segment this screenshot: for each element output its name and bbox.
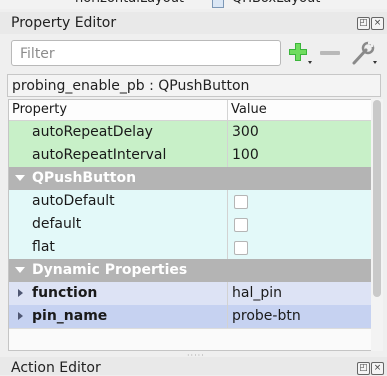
table-row[interactable]: pin_name probe-btn — [9, 305, 373, 329]
property-table[interactable]: Property Value autoRepeatDelay 300 autoR… — [8, 99, 383, 351]
property-name: autoRepeatDelay — [32, 124, 153, 140]
collapse-arrow-icon[interactable] — [15, 267, 25, 273]
table-row[interactable]: function hal_pin — [9, 282, 373, 306]
remove-property-button[interactable] — [318, 40, 342, 68]
flat-checkbox[interactable] — [234, 241, 248, 255]
table-row[interactable]: autoRepeatDelay 300 — [9, 121, 373, 145]
column-separator — [227, 121, 228, 144]
expand-arrow-icon[interactable] — [18, 312, 23, 320]
vertical-scrollbar[interactable] — [371, 99, 383, 351]
qhboxlayout-item[interactable]: QHBoxLayout — [232, 0, 320, 9]
default-checkbox[interactable] — [234, 218, 248, 232]
property-column-header[interactable]: Property — [12, 102, 67, 117]
column-separator — [227, 305, 228, 328]
table-row[interactable]: autoDefault — [9, 190, 373, 214]
group-row-qpushbutton[interactable]: QPushButton — [9, 167, 373, 191]
table-row[interactable]: flat — [9, 236, 373, 260]
plus-icon — [289, 43, 312, 64]
property-value[interactable]: 300 — [232, 124, 259, 140]
table-header: Property Value — [9, 100, 373, 121]
close-icon[interactable]: × — [371, 17, 384, 30]
filter-box — [11, 40, 281, 66]
group-name: Dynamic Properties — [32, 262, 188, 278]
object-class-label: probing_enable_pb : QPushButton — [7, 74, 381, 97]
property-name: function — [32, 285, 98, 301]
column-separator — [227, 144, 228, 167]
filter-input[interactable] — [18, 42, 272, 66]
configure-button[interactable] — [349, 40, 379, 68]
column-separator — [227, 100, 228, 120]
add-property-button[interactable] — [286, 40, 314, 68]
property-name: autoDefault — [32, 193, 115, 209]
column-separator — [227, 213, 228, 236]
group-row-dynamic-properties[interactable]: Dynamic Properties — [9, 259, 373, 283]
autodefault-checkbox[interactable] — [234, 195, 248, 209]
close-icon[interactable]: × — [371, 362, 384, 375]
wrench-icon — [352, 41, 377, 65]
column-separator — [227, 190, 228, 213]
table-row[interactable]: default — [9, 213, 373, 237]
property-editor-titlebar: Property Editor ◰ × — [0, 12, 387, 34]
property-editor-title: Property Editor — [11, 15, 117, 31]
action-editor-titlebar: Action Editor ◰ × — [0, 357, 387, 376]
expand-arrow-icon[interactable] — [18, 289, 23, 297]
property-value[interactable]: 100 — [232, 147, 259, 163]
layout-icon — [212, 0, 224, 8]
minus-icon — [320, 51, 340, 55]
object-class-text: probing_enable_pb : QPushButton — [12, 78, 250, 94]
property-value[interactable]: probe-btn — [232, 308, 301, 324]
column-separator — [227, 282, 228, 305]
table-row[interactable]: autoRepeatInterval 100 — [9, 144, 373, 168]
action-editor-title: Action Editor — [11, 360, 101, 376]
property-name: default — [32, 216, 82, 232]
column-separator — [227, 236, 228, 259]
property-name: pin_name — [32, 308, 108, 324]
horizontal-layout-item[interactable]: horizontalLayout — [75, 0, 184, 9]
property-name: autoRepeatInterval — [32, 147, 167, 163]
property-value[interactable]: hal_pin — [232, 285, 282, 301]
float-icon[interactable]: ◰ — [357, 362, 370, 375]
group-name: QPushButton — [32, 170, 137, 186]
scrollbar-thumb[interactable] — [373, 100, 381, 297]
property-name: flat — [32, 239, 55, 255]
collapse-arrow-icon[interactable] — [15, 175, 25, 181]
previous-panel-strip: horizontalLayout QHBoxLayout — [0, 0, 387, 9]
float-icon[interactable]: ◰ — [357, 17, 370, 30]
value-column-header[interactable]: Value — [231, 102, 267, 117]
